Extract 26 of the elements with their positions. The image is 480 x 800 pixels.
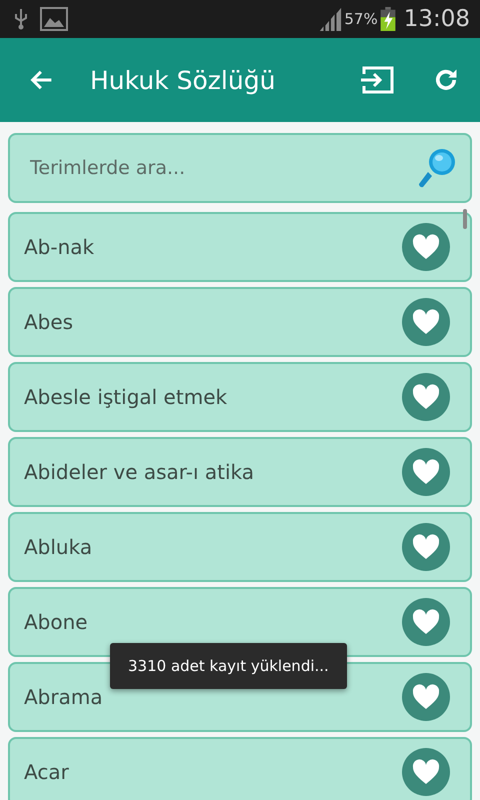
search-input[interactable]: Terimlerde ara... [28,156,414,180]
term-row[interactable]: Abluka [8,512,472,582]
search-field[interactable]: Terimlerde ara... [8,133,472,203]
usb-icon [14,8,28,30]
term-label: Ab-nak [24,235,96,259]
term-row[interactable]: Abesle iştigal etmek [8,362,472,432]
term-label: Abesle iştigal etmek [24,385,228,409]
term-row[interactable]: Acar [8,737,472,800]
image-icon [40,7,68,31]
term-row[interactable]: Abideler ve asar-ı atika [8,437,472,507]
term-label: Abone [24,610,89,634]
battery-percentage: 57% [344,10,378,28]
signal-icon [318,7,342,31]
term-row[interactable]: Ab-nak [8,212,472,282]
app-title: Hukuk Sözlüğü [90,66,276,94]
battery-charging-icon [380,7,396,31]
term-label: Abes [24,310,74,334]
loaded-records-toast: 3310 adet kayıt yüklendi... [110,643,347,689]
term-row[interactable]: Abone [8,587,472,657]
term-label: Abideler ve asar-ı atika [24,460,256,484]
clock-time: 13:08 [404,6,470,32]
term-label: Abluka [24,535,94,559]
term-row[interactable]: Abes [8,287,472,357]
term-label: Abrama [24,685,104,709]
term-label: Acar [24,760,70,784]
login-icon[interactable] [360,65,394,95]
